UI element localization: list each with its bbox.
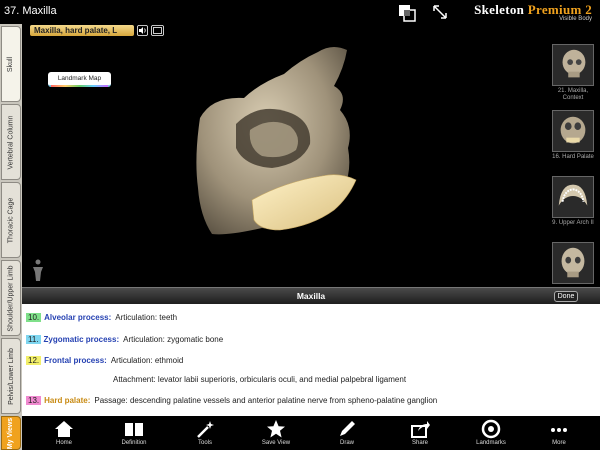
target-icon: [481, 419, 501, 439]
home-button[interactable]: Home: [42, 416, 86, 450]
app-window: 37. Maxilla Skeleton Premium 2 Visible B…: [0, 0, 600, 450]
thumbnail-caption: 16. Hard Palate: [552, 154, 594, 160]
landmark-term: Zygomatic process:: [43, 335, 120, 344]
landmark-description: Articulation: teeth: [115, 313, 178, 322]
tab-skull[interactable]: Skull: [1, 26, 21, 102]
share-button[interactable]: Share: [398, 416, 442, 450]
brand-name: Skeleton: [474, 2, 525, 17]
landmark-term: Frontal process:: [44, 356, 107, 365]
more-button[interactable]: More: [537, 416, 581, 450]
landmark-description: Passage: descending palatine vessels and…: [94, 396, 438, 405]
skull-thumbnail-icon: [552, 110, 594, 152]
layers-icon[interactable]: [398, 4, 416, 22]
toolbar-label: Landmarks: [476, 440, 506, 446]
structure-label[interactable]: Maxilla, hard palate, L: [30, 25, 134, 36]
tab-label: Thoracic Cage: [7, 197, 15, 243]
more-icon: [551, 428, 567, 432]
tab-shoulder-upper-limb[interactable]: Shoulder/Upper Limb: [1, 260, 21, 336]
skull-thumbnail-icon: [552, 242, 594, 284]
tab-label: Pelvis/Lower Limb: [7, 347, 15, 405]
landmark-row[interactable]: 10. Alveolar process: Articulation: teeth: [26, 313, 177, 322]
tab-label: Shoulder/Upper Limb: [7, 264, 15, 332]
region-tabs: Skull Vertebral Column Thoracic Cage Sho…: [0, 24, 22, 450]
landmark-number: 13.: [26, 396, 42, 405]
caption-icon[interactable]: [151, 25, 164, 36]
window-title: 37. Maxilla: [4, 5, 57, 17]
orbit-inner: [249, 121, 298, 158]
thumbnail-hard-palate[interactable]: 16. Hard Palate: [552, 110, 594, 161]
done-button[interactable]: Done: [554, 291, 578, 302]
thumbnail-skull[interactable]: [552, 242, 594, 284]
info-panel-header: Maxilla Done: [22, 287, 600, 304]
landmark-row[interactable]: 11. Zygomatic process: Articulation: zygom…: [26, 335, 223, 344]
landmark-description: Articulation: ethmoid: [110, 356, 184, 365]
tab-label: Skull: [7, 56, 15, 72]
landmark-row[interactable]: 12. Frontal process: Articulation: ethmoid: [26, 356, 183, 365]
tab-vertebral-column[interactable]: Vertebral Column: [1, 104, 21, 180]
teeth-arch-thumbnail-icon: [552, 176, 594, 218]
home-icon: [55, 421, 73, 437]
share-icon: [411, 421, 430, 438]
speaker-icon[interactable]: [137, 25, 148, 36]
landmarks-button[interactable]: Landmarks: [469, 416, 513, 450]
landmark-term: Hard palate:: [44, 396, 91, 405]
toolbar-label: More: [552, 440, 566, 446]
save-view-button[interactable]: Save View: [254, 416, 298, 450]
landmark-map-button[interactable]: Landmark Map: [48, 72, 111, 87]
tab-label: Vertebral Column: [7, 114, 15, 170]
expand-icon[interactable]: [432, 4, 448, 20]
tab-label: My Views: [7, 417, 15, 449]
draw-button[interactable]: Draw: [325, 416, 369, 450]
tools-button[interactable]: Tools: [183, 416, 227, 450]
thumbnail-caption: 9. Upper Arch II: [552, 220, 594, 226]
figure-icon[interactable]: [30, 258, 46, 282]
panel-title: Maxilla: [296, 291, 326, 301]
tab-pelvis-lower-limb[interactable]: Pelvis/Lower Limb: [1, 338, 21, 414]
landmark-row-continuation: Attachment: levator labii superioris, or…: [113, 375, 406, 384]
brand-logo: Skeleton Premium 2 Visible Body: [474, 2, 592, 22]
tab-thoracic-cage[interactable]: Thoracic Cage: [1, 182, 21, 258]
star-icon: [267, 420, 285, 438]
toolbar-label: Definition: [121, 440, 147, 446]
brand-version: 2: [585, 2, 592, 17]
toolbar-label: Save View: [261, 440, 291, 446]
thumbnail-caption: 21. Maxilla, Context: [557, 88, 589, 101]
wand-icon: [197, 421, 214, 438]
tab-my-views[interactable]: My Views: [1, 416, 21, 450]
landmark-description: Articulation: zygomatic bone: [123, 335, 224, 344]
thumbnail-maxilla-context[interactable]: 21. Maxilla, Context: [552, 44, 594, 102]
book-icon: [125, 423, 143, 436]
landmark-description: Attachment: levator labii superioris, or…: [113, 375, 407, 384]
landmark-number: 10.: [26, 313, 42, 322]
toolbar-label: Share: [411, 440, 428, 446]
landmark-term: Alveolar process:: [44, 313, 112, 322]
bottom-toolbar: Home Definition Tools Save View Draw Sha…: [22, 416, 600, 450]
landmark-number: 11.: [26, 335, 41, 344]
landmark-number: 12.: [26, 356, 42, 365]
definition-button[interactable]: Definition: [112, 416, 156, 450]
info-panel: 10. Alveolar process: Articulation: teeth …: [22, 304, 600, 416]
brand-premium: Premium: [527, 2, 582, 17]
thumbnail-upper-arch[interactable]: 9. Upper Arch II: [552, 176, 594, 227]
toolbar-label: Home: [55, 440, 72, 446]
toolbar-label: Tools: [197, 440, 212, 446]
skull-thumbnail-icon: [552, 44, 594, 86]
landmark-row[interactable]: 13. Hard palate: Passage: descending palat…: [26, 396, 437, 405]
top-bar: 37. Maxilla Skeleton Premium 2 Visible B…: [0, 0, 600, 24]
toolbar-label: Draw: [339, 440, 354, 446]
pencil-icon: [340, 421, 355, 436]
